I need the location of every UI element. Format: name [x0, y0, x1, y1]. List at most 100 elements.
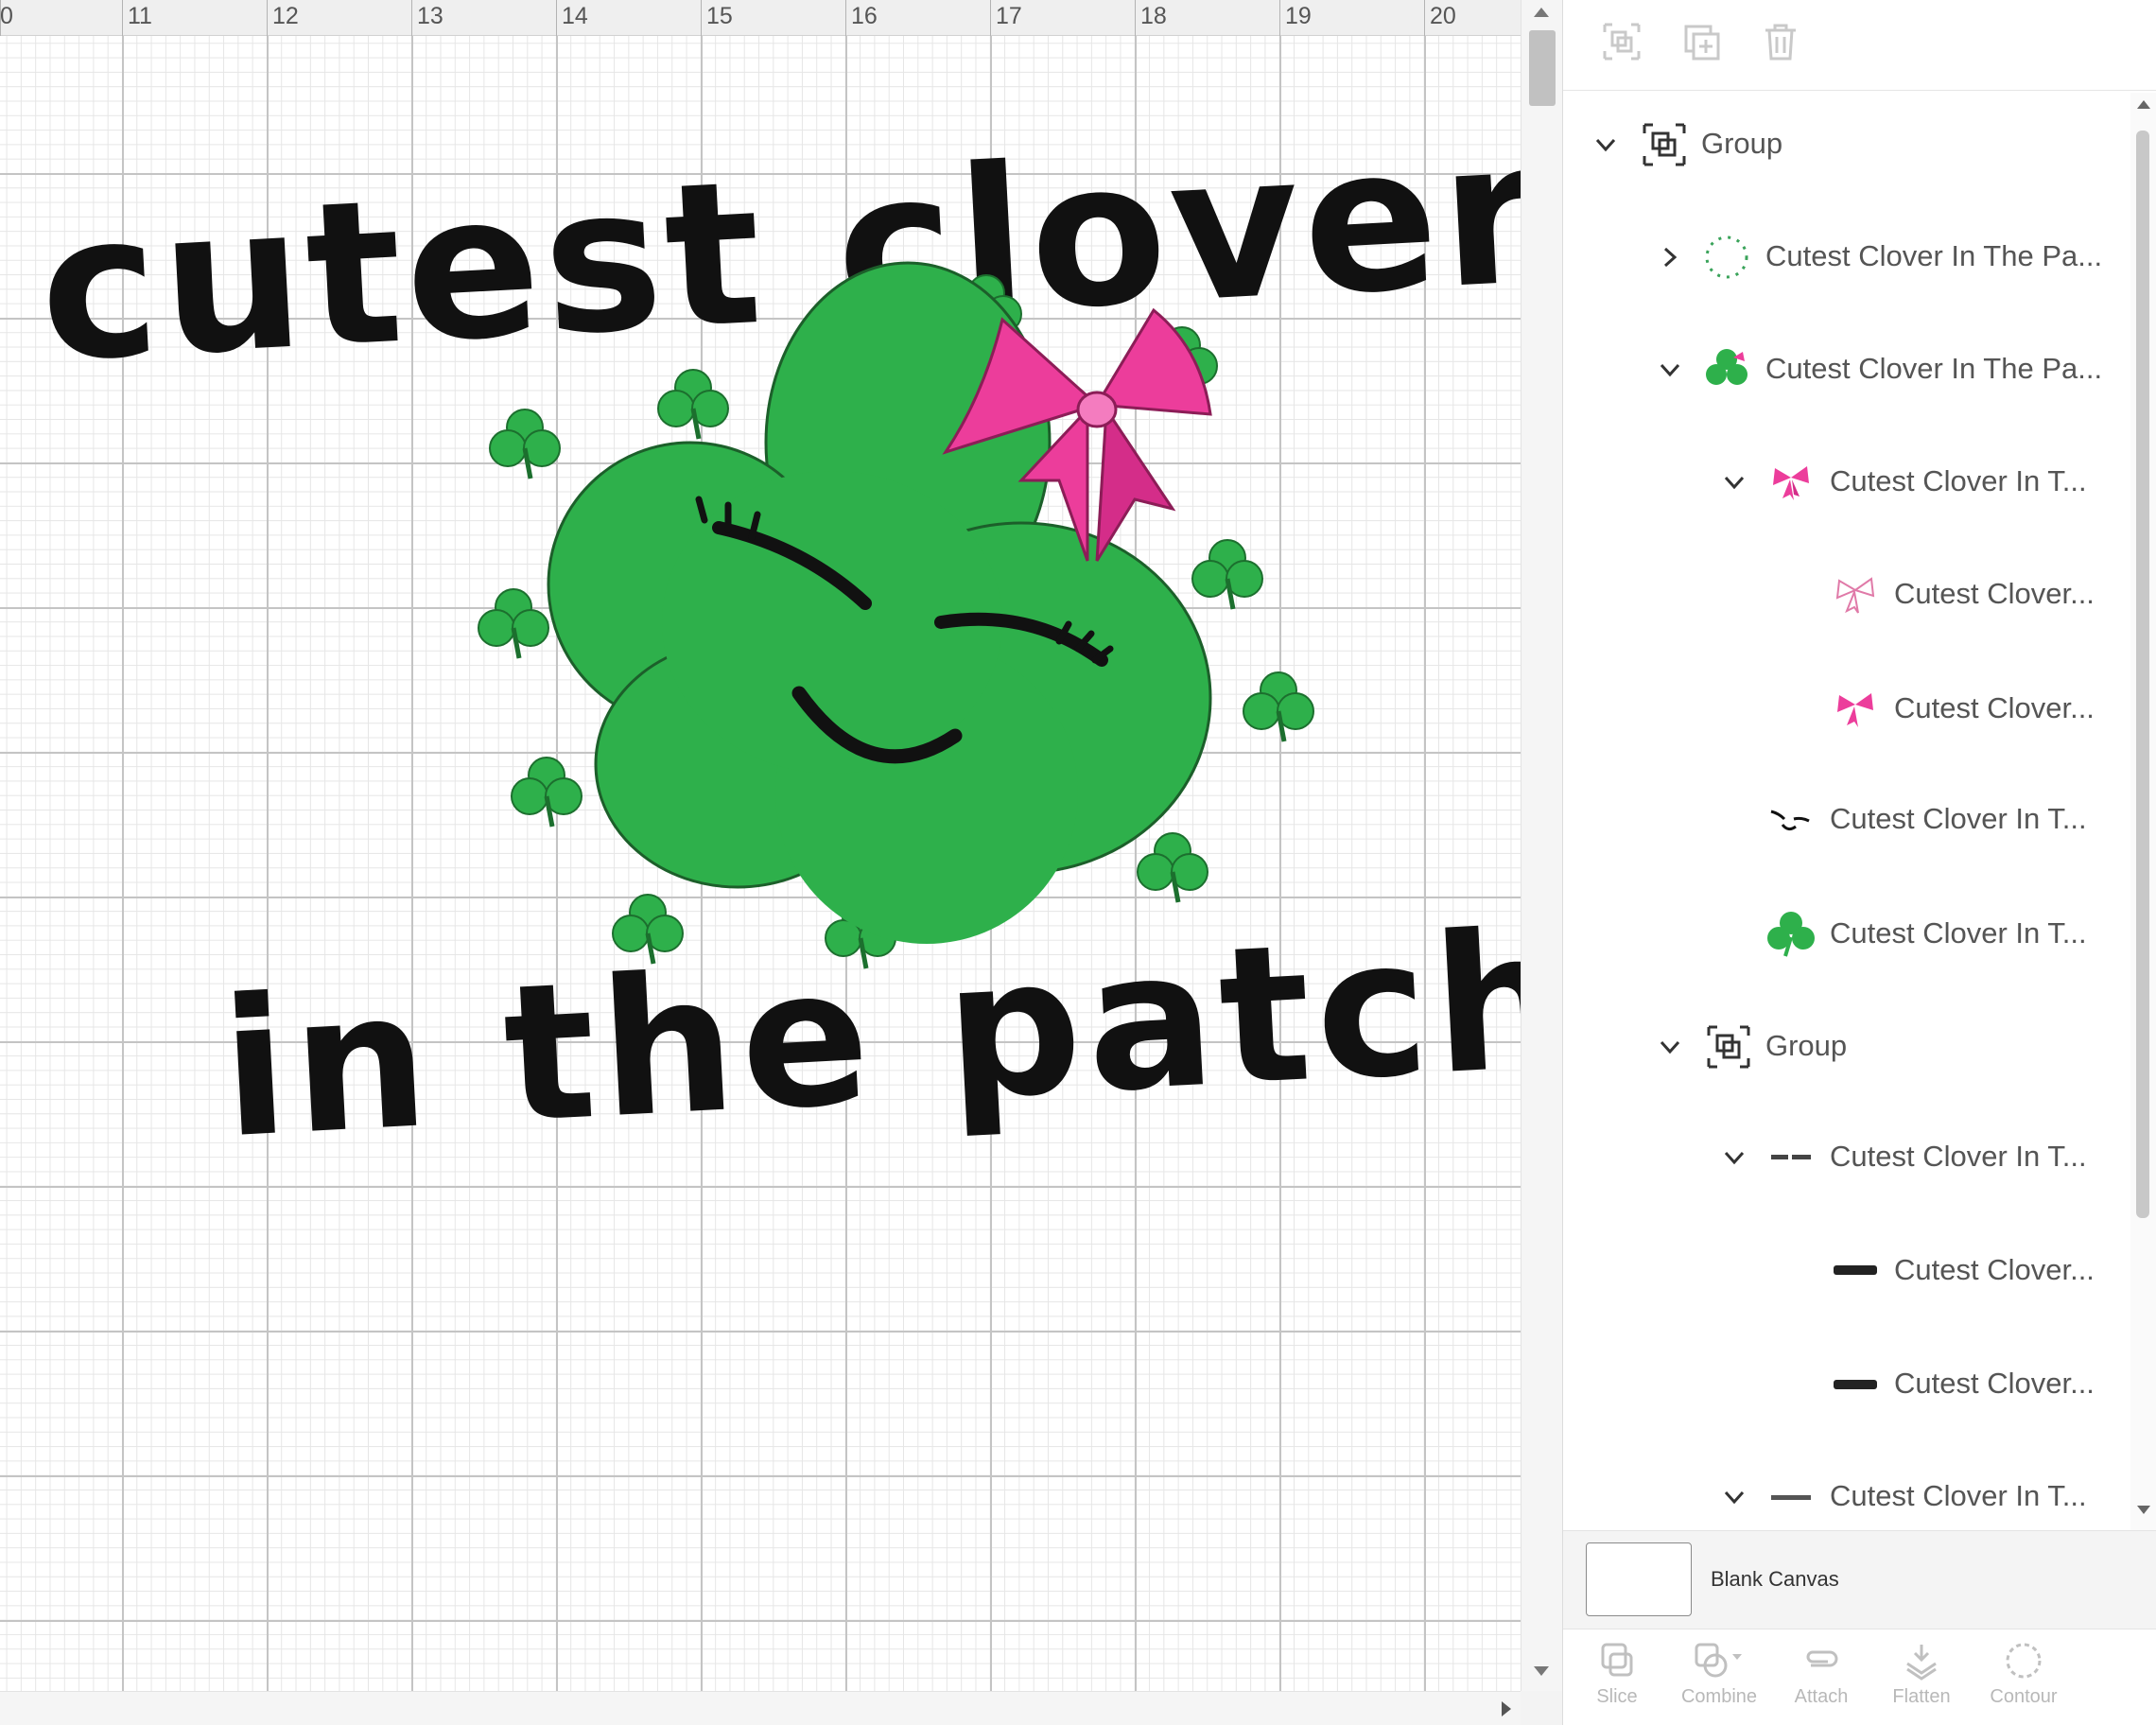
ruler-label: 11 — [128, 3, 152, 29]
layers-list: Group Cutest Clover In The Pa... Cutest … — [1563, 93, 2130, 1530]
layer-label: Cutest Clover In T... — [1830, 802, 2087, 835]
layer-label: Cutest Clover In The Pa... — [1765, 239, 2103, 272]
mini-clover[interactable] — [1192, 540, 1262, 609]
attach-icon — [1806, 1650, 1838, 1667]
contour-icon — [2006, 1643, 2042, 1679]
ruler-label: 16 — [851, 3, 878, 29]
combine-icon — [1695, 1643, 1742, 1678]
layer-row[interactable]: Cutest Clover... — [1563, 543, 2130, 647]
mini-clover[interactable] — [478, 589, 548, 658]
group-icon[interactable] — [1599, 19, 1644, 64]
ruler-label: 13 — [417, 3, 443, 29]
chevron-down-icon[interactable] — [1718, 1141, 1750, 1174]
canvas-swatch[interactable] — [1586, 1542, 1692, 1616]
canvas-area[interactable]: 0 11 12 13 14 15 16 17 18 19 20 cutest c… — [0, 0, 1562, 1725]
scroll-up-arrow[interactable] — [2137, 100, 2150, 109]
scroll-down-arrow[interactable] — [1534, 1666, 1549, 1676]
bow-outline-thumb — [1835, 577, 1875, 614]
layer-row[interactable]: Cutest Clover In The Pa... — [1563, 205, 2130, 309]
chevron-down-icon[interactable] — [1654, 1031, 1686, 1063]
mini-clover[interactable] — [1138, 833, 1208, 902]
layer-label: Cutest Clover... — [1894, 1253, 2095, 1286]
contour-button[interactable]: Contour — [1972, 1639, 2076, 1724]
layer-row[interactable]: Cutest Clover... — [1563, 1333, 2130, 1437]
layer-row[interactable]: Cutest Clover In The Pa... — [1563, 318, 2130, 422]
scroll-down-arrow[interactable] — [2137, 1506, 2150, 1514]
tool-label: Contour — [1990, 1686, 2058, 1707]
chevron-right-icon[interactable] — [1654, 241, 1686, 273]
mini-clover[interactable] — [1243, 672, 1313, 741]
tool-label: Combine — [1680, 1686, 1758, 1707]
ruler-label: 14 — [562, 3, 588, 29]
scroll-thumb[interactable] — [1529, 30, 1556, 106]
blank-canvas-row[interactable]: Blank Canvas — [1563, 1530, 2156, 1629]
layer-row[interactable]: Cutest Clover In T... — [1563, 1445, 2130, 1530]
combine-button[interactable]: Combine — [1667, 1639, 1771, 1724]
chevron-down-icon[interactable] — [1654, 354, 1686, 386]
text-thumb — [1771, 1155, 1811, 1159]
layer-row[interactable]: Cutest Clover In T... — [1563, 430, 2130, 534]
clover-word-thumb — [1834, 1265, 1877, 1275]
layer-row[interactable]: Cutest Clover... — [1563, 1219, 2130, 1323]
layer-label: Group — [1701, 127, 1783, 160]
chevron-down-icon[interactable] — [1590, 129, 1622, 161]
layer-label: Cutest Clover In T... — [1830, 464, 2087, 497]
scroll-up-arrow[interactable] — [1534, 8, 1549, 17]
flatten-button[interactable]: Flatten — [1869, 1639, 1973, 1724]
group-icon — [1643, 123, 1686, 166]
cutest-word-thumb — [1834, 1380, 1877, 1389]
ruler-label: 12 — [272, 3, 299, 29]
clover-thumb — [1767, 912, 1815, 957]
ruler-label: 19 — [1285, 3, 1312, 29]
svg-text:cutest clover: cutest clover — [34, 96, 1521, 407]
bow-thumb — [1773, 466, 1809, 500]
artwork-text-top[interactable]: cutest clover — [34, 96, 1521, 407]
scroll-thumb[interactable] — [2136, 131, 2149, 1218]
vertical-scrollbar[interactable] — [1521, 0, 1562, 1691]
slice-button[interactable]: Slice — [1565, 1639, 1669, 1724]
layer-label: Cutest Clover... — [1894, 1367, 2095, 1400]
ruler-label: 15 — [706, 3, 733, 29]
horizontal-ruler: 0 11 12 13 14 15 16 17 18 19 20 — [0, 0, 1521, 36]
layer-row-group[interactable]: Group — [1563, 93, 2130, 197]
cutest-clover-artwork[interactable]: cutest clover in the patch — [0, 36, 1521, 1691]
face-thumb — [1770, 810, 1810, 831]
mini-clover[interactable] — [658, 370, 728, 439]
layer-label: Cutest Clover In T... — [1830, 1140, 2087, 1173]
delete-icon[interactable] — [1758, 19, 1803, 64]
chevron-down-icon[interactable] — [1718, 1481, 1750, 1513]
layer-label: Cutest Clover In T... — [1830, 916, 2087, 950]
mini-clover[interactable] — [512, 758, 582, 827]
layers-panel: Group Cutest Clover In The Pa... Cutest … — [1562, 0, 2156, 1725]
duplicate-icon[interactable] — [1678, 19, 1724, 64]
ruler-label: 18 — [1140, 3, 1167, 29]
layer-label: Group — [1765, 1029, 1848, 1062]
scroll-right-arrow[interactable] — [1502, 1701, 1511, 1716]
patch-text-thumb — [1771, 1495, 1811, 1500]
tool-label: Flatten — [1892, 1686, 1951, 1707]
layer-row[interactable]: Cutest Clover In T... — [1563, 768, 2130, 872]
layer-row[interactable]: Cutest Clover In T... — [1563, 882, 2130, 986]
ruler-label: 0 — [0, 3, 13, 29]
layer-row[interactable]: Cutest Clover... — [1563, 657, 2130, 761]
layer-actions-bar: Slice Combine Attach Flatten Contour — [1563, 1629, 2156, 1725]
layer-row-group[interactable]: Group — [1563, 995, 2130, 1099]
dotted-outline-thumb — [1705, 235, 1748, 279]
layers-scrollbar[interactable] — [2130, 93, 2156, 1530]
layer-row[interactable]: Cutest Clover In T... — [1563, 1106, 2130, 1210]
chevron-down-icon[interactable] — [1718, 466, 1750, 498]
horizontal-scrollbar[interactable] — [0, 1691, 1521, 1725]
canvas-label: Blank Canvas — [1711, 1567, 1839, 1591]
layer-label: Cutest Clover In The Pa... — [1765, 352, 2103, 385]
tool-label: Attach — [1794, 1686, 1849, 1707]
tool-label: Slice — [1596, 1686, 1638, 1707]
mini-clover[interactable] — [490, 409, 560, 479]
bow-thumb — [1837, 693, 1873, 727]
design-space: 0 11 12 13 14 15 16 17 18 19 20 cutest c… — [0, 0, 2156, 1725]
ruler-label: 20 — [1430, 3, 1456, 29]
slice-icon — [1601, 1643, 1633, 1677]
layer-label: Cutest Clover... — [1894, 691, 2095, 724]
clover-bow-thumb — [1706, 349, 1747, 385]
layers-toolbar — [1563, 0, 2156, 91]
attach-button[interactable]: Attach — [1769, 1639, 1873, 1724]
